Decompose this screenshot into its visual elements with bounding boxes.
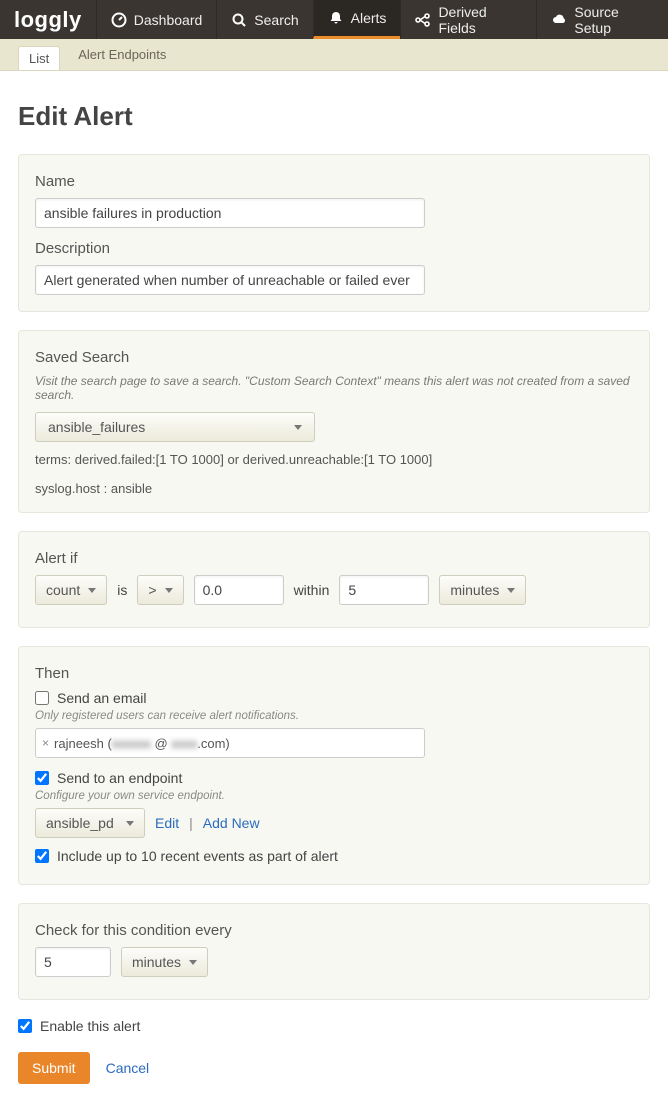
terms-text: terms: derived.failed:[1 TO 1000] or der… xyxy=(35,452,633,467)
separator: | xyxy=(189,815,193,831)
sub-nav: List Alert Endpoints xyxy=(0,39,668,71)
nav-dashboard-label: Dashboard xyxy=(134,12,203,28)
check-label: Check for this condition every xyxy=(35,922,633,939)
threshold-input[interactable] xyxy=(194,575,284,605)
bell-icon xyxy=(328,10,344,26)
saved-search-dropdown[interactable]: ansible_failures xyxy=(35,412,315,442)
send-email-label: Send an email xyxy=(57,690,147,706)
nav-alerts-label: Alerts xyxy=(351,10,387,26)
op-dropdown[interactable]: > xyxy=(137,575,183,605)
check-value-input[interactable] xyxy=(35,947,111,977)
recipient-tag[interactable]: × rajneesh (xxxxxx @ xxxx.com) xyxy=(42,736,230,751)
tab-endpoints[interactable]: Alert Endpoints xyxy=(78,47,166,62)
then-card: Then Send an email Only registered users… xyxy=(18,646,650,885)
unit-dropdown[interactable]: minutes xyxy=(439,575,526,605)
nav-dashboard[interactable]: Dashboard xyxy=(96,0,217,39)
chevron-down-icon xyxy=(189,960,197,965)
alertif-label: Alert if xyxy=(35,550,633,567)
nav-derived[interactable]: Derived Fields xyxy=(400,0,536,39)
page-title: Edit Alert xyxy=(18,101,650,132)
then-label: Then xyxy=(35,665,633,682)
nav-derived-label: Derived Fields xyxy=(438,4,522,36)
add-endpoint-link[interactable]: Add New xyxy=(203,815,260,831)
enable-alert-checkbox[interactable] xyxy=(18,1019,32,1033)
check-card: Check for this condition every minutes xyxy=(18,903,650,1000)
brand-logo: loggly xyxy=(0,0,96,39)
nav-alerts[interactable]: Alerts xyxy=(313,0,401,39)
derived-icon xyxy=(415,12,431,28)
edit-endpoint-link[interactable]: Edit xyxy=(155,815,179,831)
saved-search-card: Saved Search Visit the search page to sa… xyxy=(18,330,650,513)
nav-source-label: Source Setup xyxy=(574,4,654,36)
chevron-down-icon xyxy=(507,588,515,593)
name-label: Name xyxy=(35,173,633,190)
cloud-icon xyxy=(551,12,567,28)
enable-alert-label: Enable this alert xyxy=(40,1018,140,1034)
name-input[interactable] xyxy=(35,198,425,228)
desc-label: Description xyxy=(35,240,633,257)
saved-search-selected: ansible_failures xyxy=(48,419,145,435)
email-hint: Only registered users can receive alert … xyxy=(35,710,633,722)
dashboard-icon xyxy=(111,12,127,28)
search-icon xyxy=(231,12,247,28)
nav-search[interactable]: Search xyxy=(216,0,312,39)
saved-hint: Visit the search page to save a search. … xyxy=(35,374,633,402)
send-endpoint-label: Send to an endpoint xyxy=(57,770,182,786)
page: Edit Alert Name Description Saved Search… xyxy=(0,71,668,1108)
syslog-text: syslog.host : ansible xyxy=(35,481,633,496)
window-input[interactable] xyxy=(339,575,429,605)
chevron-down-icon xyxy=(126,821,134,826)
endpoint-dropdown[interactable]: ansible_pd xyxy=(35,808,145,838)
name-desc-card: Name Description xyxy=(18,154,650,312)
within-text: within xyxy=(294,582,330,598)
send-email-checkbox[interactable] xyxy=(35,691,49,705)
include-events-checkbox[interactable] xyxy=(35,849,49,863)
chevron-down-icon xyxy=(294,425,302,430)
include-events-label: Include up to 10 recent events as part o… xyxy=(57,848,338,864)
saved-label: Saved Search xyxy=(35,349,633,366)
chevron-down-icon xyxy=(88,588,96,593)
remove-tag-icon[interactable]: × xyxy=(42,736,49,750)
nav-search-label: Search xyxy=(254,12,298,28)
nav-source[interactable]: Source Setup xyxy=(536,0,668,39)
tab-list[interactable]: List xyxy=(18,46,60,70)
email-recipients-input[interactable]: × rajneesh (xxxxxx @ xxxx.com) xyxy=(35,728,425,758)
alert-if-card: Alert if count is > within minutes xyxy=(18,531,650,628)
footer: Submit Cancel xyxy=(18,1052,650,1084)
check-unit-dropdown[interactable]: minutes xyxy=(121,947,208,977)
endpoint-hint: Configure your own service endpoint. xyxy=(35,790,633,802)
is-text: is xyxy=(117,582,127,598)
desc-input[interactable] xyxy=(35,265,425,295)
chevron-down-icon xyxy=(165,588,173,593)
agg-dropdown[interactable]: count xyxy=(35,575,107,605)
cancel-link[interactable]: Cancel xyxy=(106,1060,150,1076)
top-nav: loggly Dashboard Search Alerts Derived F… xyxy=(0,0,668,39)
send-endpoint-checkbox[interactable] xyxy=(35,771,49,785)
submit-button[interactable]: Submit xyxy=(18,1052,90,1084)
